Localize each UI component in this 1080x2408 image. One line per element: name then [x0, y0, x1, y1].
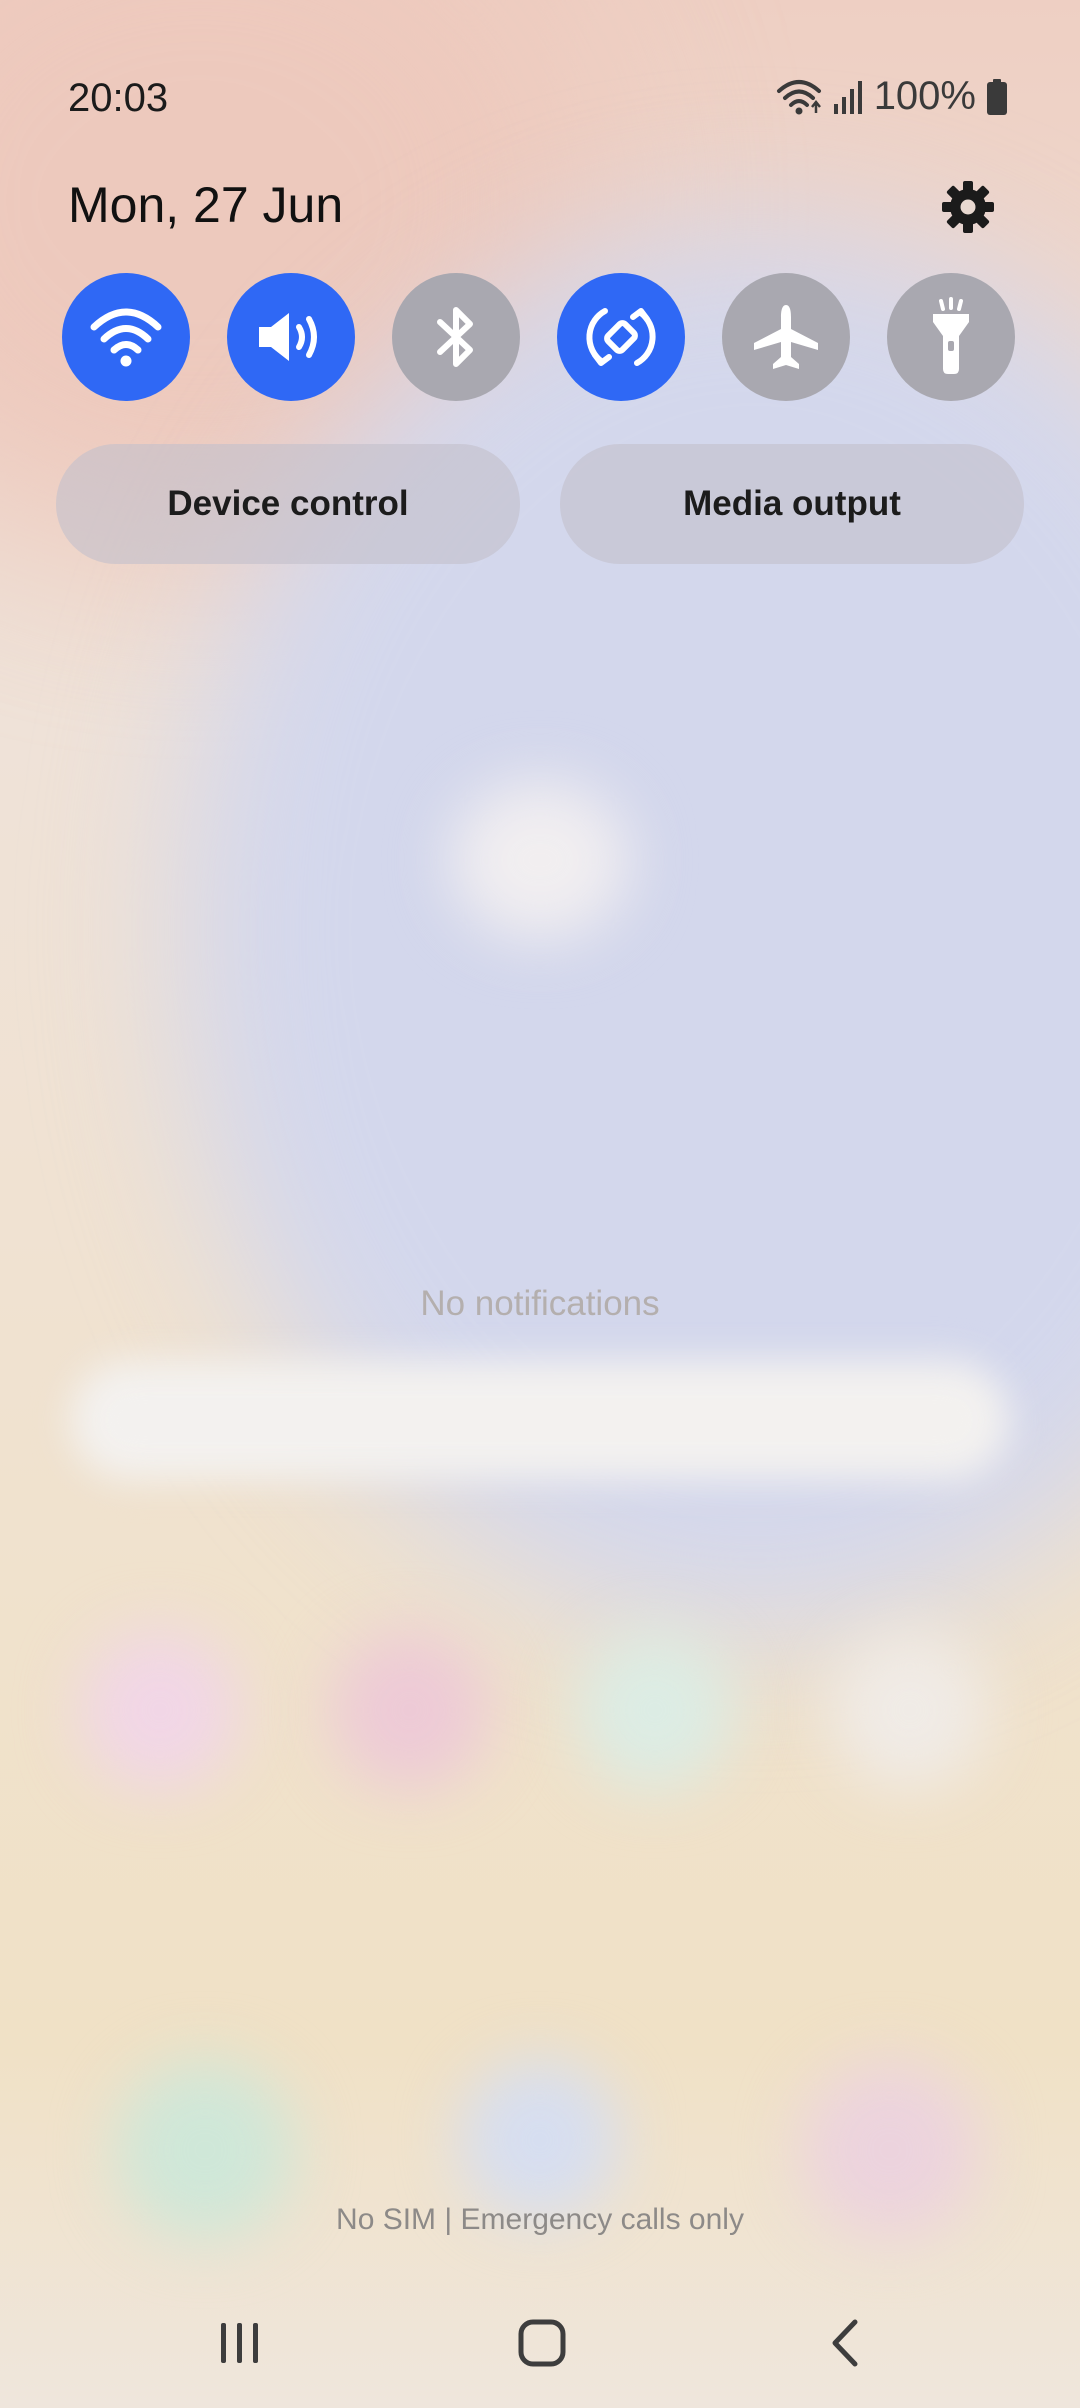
settings-button[interactable] — [938, 177, 998, 237]
carrier-status-text: No SIM | Emergency calls only — [336, 2203, 744, 2236]
flashlight-toggle[interactable] — [887, 273, 1015, 401]
bluetooth-toggle[interactable] — [392, 273, 520, 401]
auto-rotate-icon — [586, 308, 656, 366]
quick-panel: 20:03 100% Mon, 27 Jun Device control Me… — [0, 0, 1080, 2408]
wifi-icon — [90, 308, 162, 367]
device-control-button[interactable]: Device control — [56, 444, 520, 564]
wifi-toggle[interactable] — [62, 273, 190, 401]
home-icon — [518, 2319, 566, 2367]
media-output-button[interactable]: Media output — [560, 444, 1024, 564]
back-icon — [832, 2319, 858, 2367]
bluetooth-icon — [437, 307, 473, 367]
airplane-icon — [754, 305, 818, 369]
recents-icon — [221, 2323, 258, 2363]
battery-percent: 100% — [873, 74, 976, 118]
flashlight-icon — [933, 297, 969, 374]
sound-icon — [259, 313, 317, 361]
recents-button[interactable] — [190, 2310, 290, 2376]
no-notifications-text: No notifications — [420, 1284, 660, 1323]
battery-icon — [987, 78, 1007, 115]
wifi-icon — [776, 79, 821, 114]
home-button[interactable] — [492, 2310, 592, 2376]
date-label: Mon, 27 Jun — [68, 177, 344, 233]
auto-rotate-toggle[interactable] — [557, 273, 685, 401]
gear-icon — [942, 181, 994, 233]
airplane-mode-toggle[interactable] — [722, 273, 850, 401]
back-button[interactable] — [795, 2310, 895, 2376]
signal-icon — [833, 80, 862, 114]
status-icons: 100% — [776, 74, 1008, 119]
status-time: 20:03 — [68, 76, 169, 120]
sound-toggle[interactable] — [227, 273, 355, 401]
